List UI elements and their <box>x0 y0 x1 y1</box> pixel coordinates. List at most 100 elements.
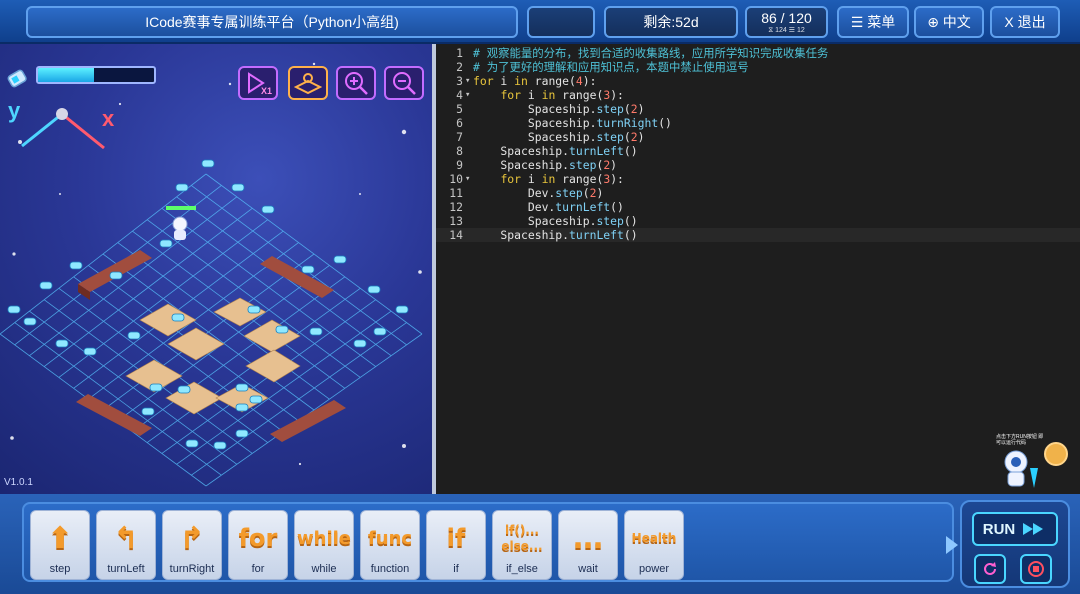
tool-if[interactable]: if if <box>426 510 486 580</box>
run-button[interactable]: RUN <box>972 512 1058 546</box>
progress-stats: ⧖ 124 ☰ 12 <box>768 26 805 34</box>
line-number: 12 <box>449 200 463 214</box>
code-line[interactable]: 4 ▾ for i in range(3): <box>436 88 1080 102</box>
axis-y-label: y <box>8 98 21 123</box>
tool-turnleft[interactable]: ↰ turnLeft <box>96 510 156 580</box>
run-hint: 点击下方RUN按钮 即可以运行代码 <box>996 434 1044 446</box>
fold-arrow-icon[interactable]: ▾ <box>465 88 470 102</box>
tool-label: while <box>311 563 337 575</box>
code-line[interactable]: 9 Spaceship.step(2) <box>436 158 1080 172</box>
platform-title: ICode赛事专属训练平台（Python小高组) <box>26 6 518 38</box>
tool-power[interactable]: Health power <box>624 510 684 580</box>
game-canvas[interactable]: y x X1 V1.0.1 <box>0 44 432 494</box>
code-text: Spaceship.step(2) <box>473 102 645 116</box>
for-icon: for <box>238 524 278 552</box>
fast-forward-icon <box>1023 523 1044 535</box>
line-number: 9 <box>456 158 463 172</box>
code-line[interactable]: 2 # 为了更好的理解和应用知识点，本题中禁止使用逗号 <box>436 60 1080 74</box>
line-number: 1 <box>456 46 463 60</box>
platform-tiles <box>125 297 301 415</box>
zoom-out-button[interactable] <box>384 66 424 100</box>
grid <box>0 173 423 487</box>
code-text: Spaceship.turnLeft() <box>473 144 638 158</box>
speed-button[interactable]: X1 <box>238 66 278 100</box>
exit-button[interactable]: X 退出 <box>990 6 1060 38</box>
reset-button[interactable] <box>974 554 1006 584</box>
map-button[interactable] <box>288 66 328 100</box>
line-number: 2 <box>456 60 463 74</box>
axis-indicator <box>21 108 105 150</box>
turn-right-icon: ↱ <box>179 520 205 556</box>
tool-turnright[interactable]: ↱ turnRight <box>162 510 222 580</box>
code-line[interactable]: 14 Spaceship.turnLeft() <box>436 228 1080 242</box>
code-text: Spaceship.turnRight() <box>473 116 672 130</box>
code-text: Spaceship.turnLeft() <box>473 228 638 242</box>
expand-arrow-icon[interactable] <box>946 536 958 554</box>
code-line[interactable]: 10 ▾ for i in range(3): <box>436 172 1080 186</box>
wait-icon: … <box>573 520 603 556</box>
language-button[interactable]: ⊕ 中文 <box>914 6 984 38</box>
code-line[interactable]: 3 ▾ for i in range(4): <box>436 74 1080 88</box>
energy-bar <box>36 66 156 84</box>
tool-label: turnLeft <box>107 563 145 575</box>
code-line[interactable]: 6 Spaceship.turnRight() <box>436 116 1080 130</box>
if-else-icon: if()... else... <box>501 523 543 553</box>
code-text: Dev.turnLeft() <box>473 200 624 214</box>
progress-counter: 86 / 120 ⧖ 124 ☰ 12 <box>745 6 828 38</box>
fold-arrow-icon[interactable]: ▾ <box>465 172 470 186</box>
axis-x-label: x <box>102 106 115 131</box>
tool-wait[interactable]: … wait <box>558 510 618 580</box>
stop-button[interactable] <box>1020 554 1052 584</box>
blank-panel <box>527 6 595 38</box>
code-text: Spaceship.step(2) <box>473 130 645 144</box>
progress-count: 86 / 120 <box>761 9 812 26</box>
tool-for[interactable]: for for <box>228 510 288 580</box>
tool-label: wait <box>578 563 598 575</box>
robot-mascot-icon <box>1004 450 1038 488</box>
code-text: for i in range(3): <box>500 88 624 102</box>
func-icon: func <box>367 527 413 549</box>
code-line[interactable]: 1 # 观察能量的分布，找到合适的收集路线，应用所学知识完成收集任务 <box>436 46 1080 60</box>
line-number: 7 <box>456 130 463 144</box>
remaining-days: 剩余:52d <box>604 6 738 38</box>
code-line[interactable]: 11 Dev.step(2) <box>436 186 1080 200</box>
line-number: 10 <box>449 172 463 186</box>
tool-while[interactable]: while while <box>294 510 354 580</box>
game-scene <box>0 62 423 487</box>
line-number: 14 <box>449 228 463 242</box>
reset-icon <box>984 562 996 575</box>
while-icon: while <box>297 527 351 549</box>
version-label: V1.0.1 <box>4 477 33 488</box>
code-line[interactable]: 13 Spaceship.step() <box>436 214 1080 228</box>
line-number: 8 <box>456 144 463 158</box>
code-text: for i in range(3): <box>500 172 624 186</box>
tool-if-else[interactable]: if()... else... if_else <box>492 510 552 580</box>
code-line[interactable]: 5 Spaceship.step(2) <box>436 102 1080 116</box>
turn-left-icon: ↰ <box>113 520 139 556</box>
run-label: RUN <box>982 520 1016 538</box>
code-text: # 为了更好的理解和应用知识点，本题中禁止使用逗号 <box>473 60 749 74</box>
bell-icon[interactable] <box>1044 442 1068 466</box>
code-text: Spaceship.step(2) <box>473 158 618 172</box>
code-line[interactable]: 12 Dev.turnLeft() <box>436 200 1080 214</box>
tool-step[interactable]: ⬆ step <box>30 510 90 580</box>
zoom-in-button[interactable] <box>336 66 376 100</box>
fold-arrow-icon[interactable]: ▾ <box>465 74 470 88</box>
tool-label: function <box>370 563 410 575</box>
run-panel: RUN <box>960 500 1070 588</box>
menu-button[interactable]: ☰ 菜单 <box>837 6 909 38</box>
map-icon <box>294 73 322 95</box>
dev-character <box>166 206 196 240</box>
if-icon: if <box>446 524 466 552</box>
tool-function[interactable]: func function <box>360 510 420 580</box>
code-line[interactable]: 8 Spaceship.turnLeft() <box>436 144 1080 158</box>
line-number: 13 <box>449 214 463 228</box>
code-editor[interactable]: 1 # 观察能量的分布，找到合适的收集路线，应用所学知识完成收集任务 2 # 为了更好… <box>436 44 1080 494</box>
code-line[interactable]: 7 Spaceship.step(2) <box>436 130 1080 144</box>
line-number: 11 <box>449 186 463 200</box>
tool-label: step <box>49 563 71 575</box>
code-text: Dev.step(2) <box>473 186 604 200</box>
tool-label: for <box>251 563 265 575</box>
tool-label: if <box>453 563 459 575</box>
code-lines[interactable]: 1 # 观察能量的分布，找到合适的收集路线，应用所学知识完成收集任务 2 # 为了更好… <box>436 46 1080 242</box>
